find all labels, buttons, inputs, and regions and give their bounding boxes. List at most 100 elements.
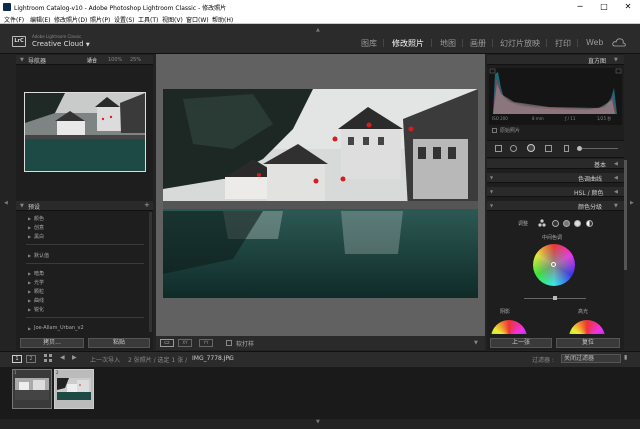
wheel-handle[interactable] [551,262,556,267]
preset-group[interactable]: 颜色 [34,215,44,222]
module-separator: | [491,38,494,47]
menu-tools[interactable]: 工具(T) [138,15,158,24]
color-grading-header[interactable] [487,201,624,211]
compare-view-button[interactable]: XY [178,339,192,347]
preset-divider [26,244,144,245]
toolbar-menu-icon[interactable]: ▼ [474,340,478,346]
top-panel-toggle-icon[interactable]: ▲ [316,27,320,33]
three-way-icon[interactable] [538,219,546,227]
previous-import-label[interactable]: 上一次导入 [90,355,120,364]
back-arrow-icon[interactable]: ◀ [60,354,65,361]
filter-dropdown[interactable]: 关闭过滤器 [561,354,621,363]
left-panel-toggle-icon[interactable]: ◀ [4,200,8,206]
preset-group[interactable]: 默认值 [34,252,49,259]
add-preset-button[interactable]: + [144,201,150,209]
highlights-wheel-icon[interactable] [574,220,581,227]
title-bar: Lightroom Catalog-v10 - Adobe Photoshop … [0,0,640,14]
preset-group[interactable]: 创意 [34,224,44,231]
module-develop[interactable]: 修改照片 [392,38,424,49]
menu-view[interactable]: 视图(V) [162,15,183,24]
expand-triangle-icon: ▶ [28,216,32,221]
collapse-triangle-icon: ▼ [614,57,618,63]
menu-file[interactable]: 文件(F) [4,15,24,24]
shadows-wheel-icon[interactable] [552,220,559,227]
shadows-color-wheel[interactable] [491,320,527,334]
highlights-color-wheel[interactable] [569,320,605,334]
collapse-triangle-icon: ▼ [490,189,494,194]
module-library[interactable]: 图库 [361,38,377,49]
zoom-25[interactable]: 25% [130,57,141,63]
menu-help[interactable]: 帮助(H) [212,15,233,24]
navigator-preview[interactable] [24,92,146,172]
grid-icon[interactable] [44,354,52,362]
crop-tool-icon[interactable] [495,145,502,152]
module-book[interactable]: 画册 [470,38,486,49]
module-web[interactable]: Web [586,38,603,47]
preset-group[interactable]: 锐化 [34,306,44,313]
preset-group[interactable]: Joe-Allam_Urban_v2 [34,325,84,331]
expand-triangle-icon: ▶ [28,234,32,239]
preset-group[interactable]: 颗粒 [34,288,44,295]
preset-group[interactable]: 黑白 [34,233,44,240]
midtones-slider-knob[interactable] [553,296,557,300]
tool-slider-knob[interactable] [577,146,582,151]
main-photo[interactable] [163,89,478,298]
expand-triangle-icon: ◀ [614,161,618,167]
tone-curve-title: 色调曲线 [578,176,603,183]
expand-triangle-icon: ▶ [28,271,32,276]
preset-group[interactable]: 曲线 [34,297,44,304]
tone-curve-header[interactable] [487,173,624,183]
previous-button[interactable]: 上一张 [490,338,552,348]
original-photo-checkbox[interactable] [492,128,497,133]
module-slideshow[interactable]: 幻灯片放映 [500,38,540,49]
menu-develop[interactable]: 修改照片(D) [54,15,87,24]
presets-scrollbar[interactable] [149,212,152,332]
menu-window[interactable]: 窗口(W) [186,15,209,24]
filmstrip-thumb[interactable] [12,369,52,409]
module-separator: | [430,38,433,47]
filename-dropdown-icon[interactable]: ▼ [228,356,231,361]
menu-edit[interactable]: 编辑(E) [30,15,50,24]
maximize-button[interactable]: □ [598,2,610,11]
page-1-button[interactable]: 1 [12,355,22,363]
paste-settings-button[interactable]: 粘贴 [88,338,150,348]
zoom-100[interactable]: 100% [108,57,122,63]
module-separator: | [461,38,464,47]
softproof-checkbox[interactable] [226,340,232,346]
page-2-button[interactable]: 2 [26,355,36,363]
reset-button[interactable]: 复位 [556,338,620,348]
menu-settings[interactable]: 设置(S) [114,15,135,24]
midtones-wheel-icon[interactable] [563,220,570,227]
redeye-icon[interactable] [527,144,535,152]
filmstrip-thumb-selected[interactable] [54,369,94,409]
masking-icon[interactable] [545,145,552,152]
zoom-fit[interactable]: 适合 [87,57,97,64]
copy-settings-button[interactable]: 拷贝... [20,338,84,348]
forward-arrow-icon[interactable]: ▶ [72,354,77,361]
before-after-button[interactable]: YY [199,339,213,347]
cloud-icon[interactable] [612,38,626,49]
close-button[interactable]: ✕ [622,2,634,11]
module-print[interactable]: 打印 [555,38,571,49]
minimize-button[interactable]: ─ [574,2,586,11]
identity-line2[interactable]: Creative Cloud ▼ [32,40,90,48]
bottom-panel-toggle-icon[interactable]: ▼ [316,419,320,425]
global-wheel-icon[interactable] [586,220,593,227]
preset-group[interactable]: 光学 [34,279,44,286]
midtones-color-wheel[interactable] [533,244,575,286]
menu-photo[interactable]: 照片(P) [90,15,110,24]
module-map[interactable]: 地图 [440,38,456,49]
right-panel-toggle-icon[interactable]: ▶ [630,200,634,206]
loupe-view-button[interactable]: ▭ [160,339,174,347]
filter-lock-icon[interactable]: ▮ [624,354,632,362]
highlights-label: 高光 [578,309,589,315]
preset-group[interactable]: 暗角 [34,270,44,277]
midtones-label: 中间色调 [542,235,563,241]
graduated-filter-icon[interactable] [564,145,569,152]
thumb-image [55,370,93,408]
spot-removal-icon[interactable] [510,145,517,152]
tool-slider[interactable] [578,148,618,149]
thumb-index: 2 [56,370,59,375]
expand-triangle-icon: ▶ [28,326,32,331]
right-panel-scrollbar[interactable] [624,160,627,270]
